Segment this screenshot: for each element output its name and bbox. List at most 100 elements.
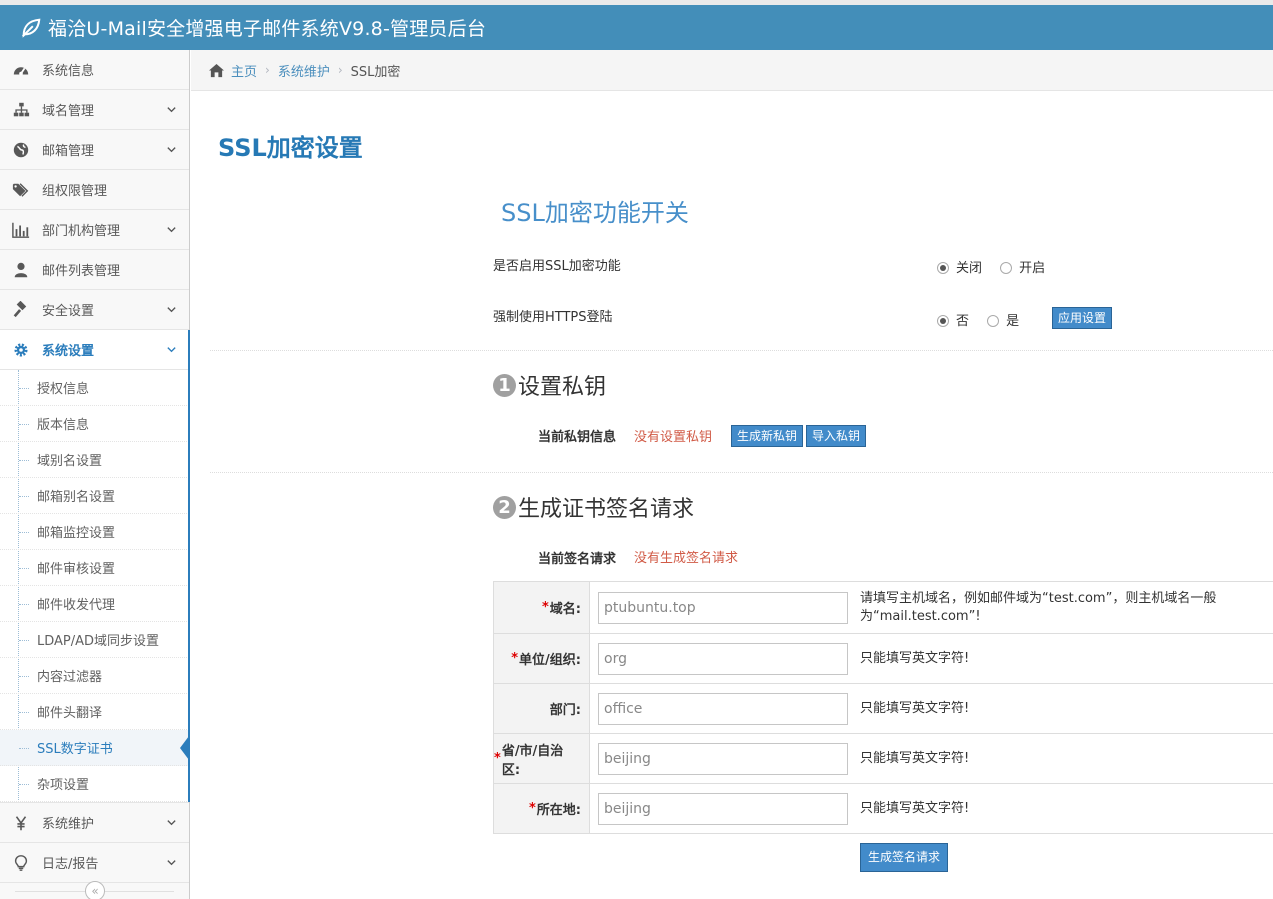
submenu-content-filter[interactable]: 内容过滤器	[0, 658, 189, 694]
step2-title: 生成证书签名请求	[518, 497, 695, 522]
breadcrumb-separator-icon: ›	[265, 63, 270, 77]
globe-icon	[13, 142, 29, 157]
leaf-icon	[22, 18, 41, 38]
submenu-ssl-certificate-label: SSL数字证书	[37, 742, 113, 757]
table-row: 部门: 只能填写英文字符!	[494, 684, 1273, 734]
locality-hint: 只能填写英文字符!	[860, 800, 970, 816]
submenu-ldap-sync[interactable]: LDAP/AD域同步设置	[0, 622, 189, 658]
chevron-down-icon	[167, 860, 176, 866]
section-divider	[210, 472, 1273, 473]
force-https-label: 强制使用HTTPS登陆	[493, 310, 613, 325]
sitemap-icon	[13, 102, 30, 116]
step1-title: 设置私钥	[518, 375, 607, 400]
private-key-info-value: 没有设置私钥	[634, 430, 713, 445]
step2-number-badge: 2	[493, 495, 516, 519]
dashboard-icon	[13, 66, 29, 75]
domain-hint: 请填写主机域名，例如邮件域为“test.com”，则主机域名一般为“mail.t…	[860, 590, 1217, 624]
submenu-version-info[interactable]: 版本信息	[0, 406, 189, 442]
submenu-ssl-certificate[interactable]: SSL数字证书	[0, 730, 189, 766]
radio-enable-on[interactable]	[1000, 262, 1013, 274]
chevron-down-icon	[167, 147, 176, 153]
tags-icon	[12, 182, 29, 197]
province-label: * 省/市/自治区:	[494, 734, 590, 783]
breadcrumb-current: SSL加密	[350, 64, 401, 80]
section-divider	[210, 350, 1273, 351]
department-input[interactable]	[598, 692, 848, 725]
chevron-down-icon	[167, 347, 176, 353]
yen-icon	[15, 815, 27, 830]
province-input[interactable]	[598, 742, 848, 775]
user-icon	[14, 262, 28, 277]
page-title: SSL加密设置	[218, 134, 363, 162]
department-hint: 只能填写英文字符!	[860, 700, 970, 716]
sidebar-item-domain[interactable]: 域名管理	[0, 90, 189, 130]
breadcrumb-home-link[interactable]: 主页	[231, 61, 257, 80]
csr-info-label: 当前签名请求	[538, 552, 617, 567]
apply-settings-button[interactable]: 应用设置	[1052, 307, 1113, 329]
chevron-down-icon	[167, 307, 176, 313]
submenu-mail-proxy[interactable]: 邮件收发代理	[0, 586, 189, 622]
enable-ssl-radio-group: 关闭 开启	[937, 257, 1059, 276]
submenu-mail-audit[interactable]: 邮件审核设置	[0, 550, 189, 586]
submenu-misc-settings[interactable]: 杂项设置	[0, 766, 189, 802]
enable-ssl-off-option[interactable]: 关闭	[937, 261, 982, 276]
chevron-down-icon	[167, 107, 176, 113]
submenu-header-translate[interactable]: 邮件头翻译	[0, 694, 189, 730]
enable-ssl-label: 是否启用SSL加密功能	[493, 259, 621, 274]
sidebar-item-logs-reports[interactable]: 日志/报告	[0, 843, 189, 883]
collapse-sidebar-button[interactable]: «	[85, 881, 105, 899]
sidebar-item-group-permission[interactable]: 组权限管理	[0, 170, 189, 210]
table-row: *单位/组织: 只能填写英文字符!	[494, 634, 1273, 684]
sidebar-item-department[interactable]: 部门机构管理	[0, 210, 189, 250]
ssl-switch-title: SSL加密功能开关	[501, 199, 689, 227]
gear-icon	[14, 342, 28, 357]
csr-form-table: *域名: 请填写主机域名，例如邮件域为“test.com”，则主机域名一般为“m…	[493, 581, 1273, 834]
province-hint: 只能填写英文字符!	[860, 750, 970, 766]
organization-input[interactable]	[598, 642, 848, 675]
generate-private-key-button[interactable]: 生成新私钥	[731, 425, 804, 447]
table-row: *域名: 请填写主机域名，例如邮件域为“test.com”，则主机域名一般为“m…	[494, 582, 1273, 634]
radio-https-no[interactable]	[937, 315, 949, 327]
force-https-yes-option[interactable]: 是	[987, 314, 1019, 329]
bar-chart-icon	[12, 222, 30, 238]
step2-heading: 2 生成证书签名请求	[493, 491, 694, 523]
import-private-key-button[interactable]: 导入私钥	[806, 425, 867, 447]
lightbulb-icon	[14, 854, 28, 871]
active-arrow-indicator	[180, 736, 189, 760]
submenu-mailbox-alias[interactable]: 邮箱别名设置	[0, 478, 189, 514]
breadcrumb: 主页 › 系统维护 › SSL加密	[191, 50, 1273, 91]
breadcrumb-maintenance-link[interactable]: 系统维护	[278, 61, 330, 80]
private-key-info-label: 当前私钥信息	[538, 430, 617, 445]
csr-info-value: 没有生成签名请求	[634, 551, 739, 566]
step1-heading: 1 设置私钥	[493, 369, 606, 401]
enable-ssl-on-option[interactable]: 开启	[1000, 261, 1045, 276]
sidebar-item-mailbox[interactable]: 邮箱管理	[0, 130, 189, 170]
sidebar-item-security[interactable]: 安全设置	[0, 290, 189, 330]
organization-hint: 只能填写英文字符!	[860, 650, 970, 666]
locality-input[interactable]	[598, 792, 848, 825]
department-label: 部门:	[494, 684, 590, 733]
table-row: *所在地: 只能填写英文字符!	[494, 784, 1273, 834]
organization-label: * 单位/组织:	[494, 634, 590, 683]
domain-input[interactable]	[598, 591, 848, 624]
submenu-domain-alias[interactable]: 域别名设置	[0, 442, 189, 478]
home-icon	[209, 63, 224, 77]
submenu-license-info[interactable]: 授权信息	[0, 370, 189, 406]
table-row: *省/市/自治区: 只能填写英文字符!	[494, 734, 1273, 784]
sidebar-item-system-settings[interactable]: 系统设置	[0, 330, 190, 370]
sidebar-item-system-info[interactable]: 系统信息	[0, 50, 189, 90]
sidebar-item-mail-list[interactable]: 邮件列表管理	[0, 250, 189, 290]
sidebar-item-maintenance[interactable]: 系统维护	[0, 803, 189, 843]
generate-csr-button[interactable]: 生成签名请求	[860, 843, 949, 872]
force-https-no-option[interactable]: 否	[937, 314, 969, 329]
radio-enable-off[interactable]	[937, 262, 949, 274]
submenu-mailbox-monitor[interactable]: 邮箱监控设置	[0, 514, 189, 550]
system-settings-submenu: 授权信息 版本信息 域别名设置 邮箱别名设置 邮箱监控设置 邮件审核设置 邮件收…	[0, 370, 190, 803]
gavel-icon	[13, 300, 27, 317]
chevron-down-icon	[167, 820, 176, 826]
breadcrumb-separator-icon: ›	[337, 63, 343, 77]
radio-https-yes[interactable]	[987, 315, 1000, 327]
domain-label: * 域名:	[494, 582, 590, 633]
app-title: 福洽U-Mail安全增强电子邮件系统V9.8-管理员后台	[48, 18, 487, 40]
step1-number-badge: 1	[493, 373, 516, 397]
